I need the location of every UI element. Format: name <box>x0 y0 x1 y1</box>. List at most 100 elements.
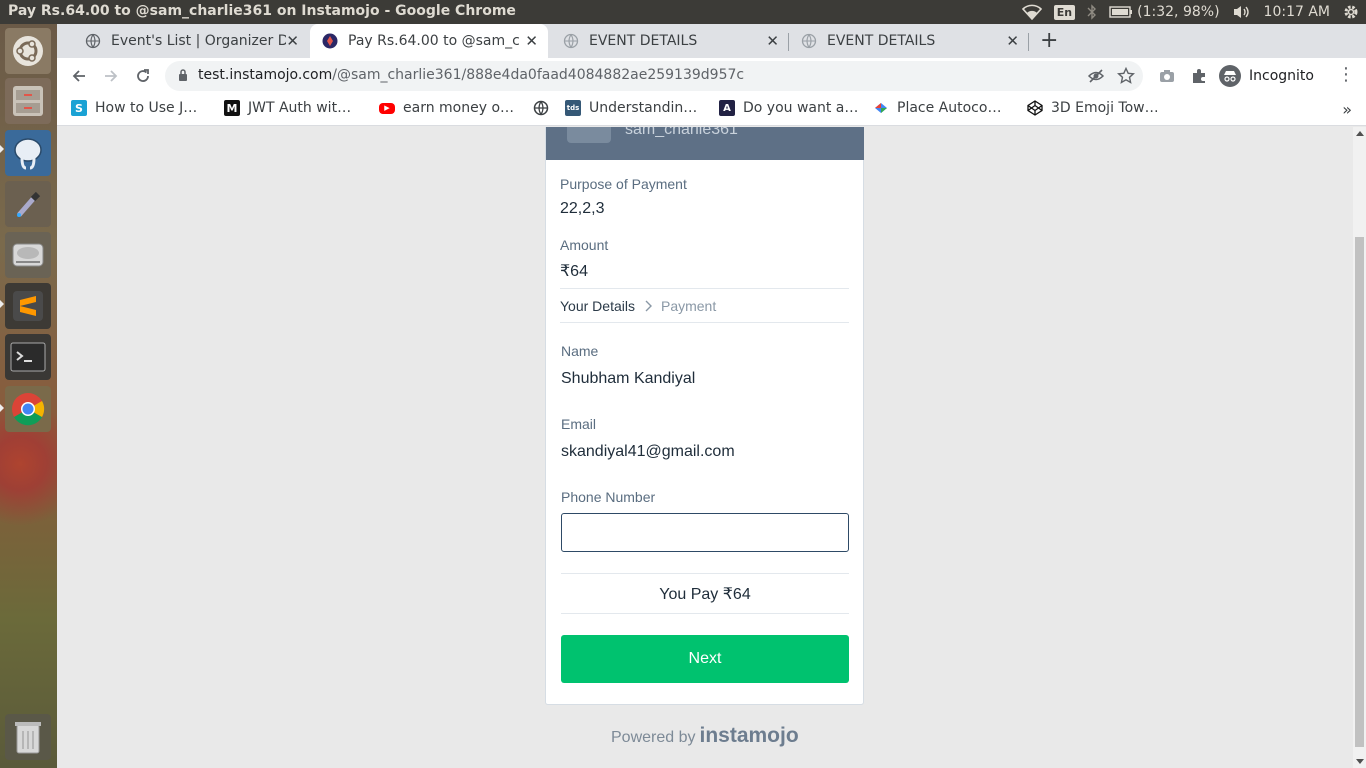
google-maps-icon <box>875 103 887 113</box>
close-icon[interactable]: ✕ <box>525 33 538 49</box>
chevron-double-right-icon[interactable]: » <box>1342 100 1352 119</box>
purpose-label: Purpose of Payment <box>560 176 687 192</box>
url-path: /@sam_charlie361/888e4da0faad4084882ae25… <box>332 67 745 83</box>
scroll-down-arrow-icon[interactable] <box>1356 759 1364 764</box>
codepen-icon <box>1027 100 1043 116</box>
tab-events-list[interactable]: Event's List | Organizer Da ✕ <box>57 24 309 58</box>
unity-launcher <box>0 24 57 768</box>
trash-icon <box>15 722 41 754</box>
bookmark-item[interactable] <box>533 100 549 116</box>
battery-status: (1:32, 98%) <box>1137 4 1220 20</box>
chrome-launcher-button[interactable] <box>5 386 51 432</box>
url-text[interactable]: test.instamojo.com/@sam_charlie361/888e4… <box>198 67 744 83</box>
running-indicator <box>0 404 4 412</box>
bookmark-label: 3D Emoji Tow… <box>1051 100 1159 116</box>
battery-indicator[interactable]: (1:32, 98%) <box>1109 4 1220 20</box>
bookmarks-bar: S How to Use J… M JWT Auth wit… ▶ earn m… <box>57 94 1366 126</box>
tab-label: Event's List | Organizer Da <box>111 33 286 49</box>
tab-label: EVENT DETAILS <box>827 33 936 49</box>
kebab-menu-icon[interactable]: ⋮ <box>1337 64 1355 86</box>
scroll-up-arrow-icon[interactable] <box>1356 131 1364 136</box>
forward-button[interactable] <box>99 64 123 88</box>
system-tray: En (1:32, 98%) 10:17 AM <box>1021 0 1366 24</box>
close-icon[interactable]: ✕ <box>766 33 779 49</box>
camera-icon[interactable] <box>1158 67 1176 85</box>
email-label: Email <box>561 416 597 432</box>
color-picker-launcher-button[interactable] <box>5 181 51 227</box>
close-icon[interactable]: ✕ <box>1006 33 1019 49</box>
back-button[interactable] <box>67 64 91 88</box>
terminal-launcher-button[interactable] <box>5 334 51 380</box>
phone-number-input[interactable] <box>561 513 849 552</box>
files-launcher-button[interactable] <box>5 78 51 124</box>
divider <box>560 288 849 289</box>
tds-icon: tds <box>565 100 581 116</box>
address-bar[interactable]: test.instamojo.com/@sam_charlie361/888e4… <box>165 61 1143 91</box>
running-indicator <box>0 300 4 308</box>
lock-icon[interactable] <box>177 68 189 82</box>
sublime-launcher-button[interactable] <box>5 283 51 329</box>
bookmark-item[interactable]: A Do you want a… <box>719 100 858 116</box>
tab-event-details-1[interactable]: EVENT DETAILS ✕ <box>549 24 789 58</box>
bookmark-item[interactable]: S How to Use J… <box>71 100 197 116</box>
avatar <box>567 127 611 143</box>
close-icon[interactable]: ✕ <box>286 33 299 49</box>
tab-payment[interactable]: Pay Rs.64.00 to @sam_cha ✕ <box>310 24 548 58</box>
eye-slash-icon[interactable] <box>1087 67 1105 85</box>
eyedropper-icon <box>17 191 41 217</box>
reload-button[interactable] <box>131 64 155 88</box>
trash-launcher-button[interactable] <box>5 714 51 760</box>
phone-label: Phone Number <box>561 489 656 505</box>
chrome-icon <box>12 393 45 426</box>
star-icon[interactable] <box>1117 67 1135 85</box>
you-pay-summary: You Pay ₹64 <box>561 573 849 614</box>
running-indicator <box>0 145 4 153</box>
ubuntu-dash-button[interactable] <box>5 28 51 74</box>
globe-icon <box>801 33 817 49</box>
name-field[interactable]: Shubham Kandiyal <box>561 370 695 388</box>
pgadmin-launcher-button[interactable] <box>5 130 51 176</box>
browser-toolbar: test.instamojo.com/@sam_charlie361/888e4… <box>57 58 1366 94</box>
ubuntu-logo-icon <box>13 36 43 66</box>
page-scrollbar[interactable] <box>1353 127 1366 768</box>
powered-by-text: Powered by <box>611 729 696 746</box>
gear-icon[interactable] <box>1342 3 1360 21</box>
payee-header: sam_charlie361 <box>546 127 864 160</box>
incognito-indicator[interactable]: Incognito <box>1219 62 1314 90</box>
page-viewport: sam_charlie361 Purpose of Payment 22,2,3… <box>57 127 1353 768</box>
bookmark-item[interactable]: 3D Emoji Tow… <box>1027 100 1159 116</box>
bookmark-item[interactable]: tds Understandin… <box>565 100 697 116</box>
wifi-icon[interactable] <box>1021 4 1042 20</box>
tab-strip: Event's List | Organizer Da ✕ Pay Rs.64.… <box>57 24 1366 58</box>
bookmark-item[interactable]: M JWT Auth wit… <box>224 100 351 116</box>
tab-label: Pay Rs.64.00 to @sam_cha <box>348 33 520 49</box>
sublime-text-icon <box>13 291 43 321</box>
tab-event-details-2[interactable]: EVENT DETAILS ✕ <box>789 24 1029 58</box>
clock[interactable]: 10:17 AM <box>1264 4 1330 20</box>
youtube-icon: ▶ <box>379 102 395 114</box>
name-label: Name <box>561 343 599 359</box>
puzzle-extension-icon[interactable] <box>1190 67 1208 85</box>
instamojo-logo[interactable]: instamojo <box>700 724 799 748</box>
globe-icon <box>533 100 549 116</box>
keyboard-layout-indicator[interactable]: En <box>1053 4 1076 20</box>
chevron-right-icon <box>645 300 652 312</box>
scrollbar-thumb[interactable] <box>1355 237 1364 747</box>
window-title: Pay Rs.64.00 to @sam_charlie361 on Insta… <box>8 3 516 19</box>
payee-username: sam_charlie361 <box>625 127 738 138</box>
next-button[interactable]: Next <box>561 635 849 683</box>
new-tab-button[interactable]: + <box>1040 28 1058 53</box>
amount-label: Amount <box>560 237 609 253</box>
email-field[interactable]: skandiyal41@gmail.com <box>561 443 735 461</box>
disks-launcher-button[interactable] <box>5 232 51 278</box>
divider <box>560 322 849 323</box>
terminal-icon <box>10 342 46 372</box>
incognito-label: Incognito <box>1249 68 1314 84</box>
tab-label: EVENT DETAILS <box>589 33 698 49</box>
bookmark-item[interactable]: Place Autoco… <box>873 100 1001 116</box>
elephant-icon <box>14 138 42 170</box>
bookmark-item[interactable]: ▶ earn money o… <box>379 100 514 116</box>
volume-icon[interactable] <box>1232 4 1252 20</box>
bluetooth-icon[interactable] <box>1087 4 1097 20</box>
bookmark-label: JWT Auth wit… <box>248 100 352 116</box>
